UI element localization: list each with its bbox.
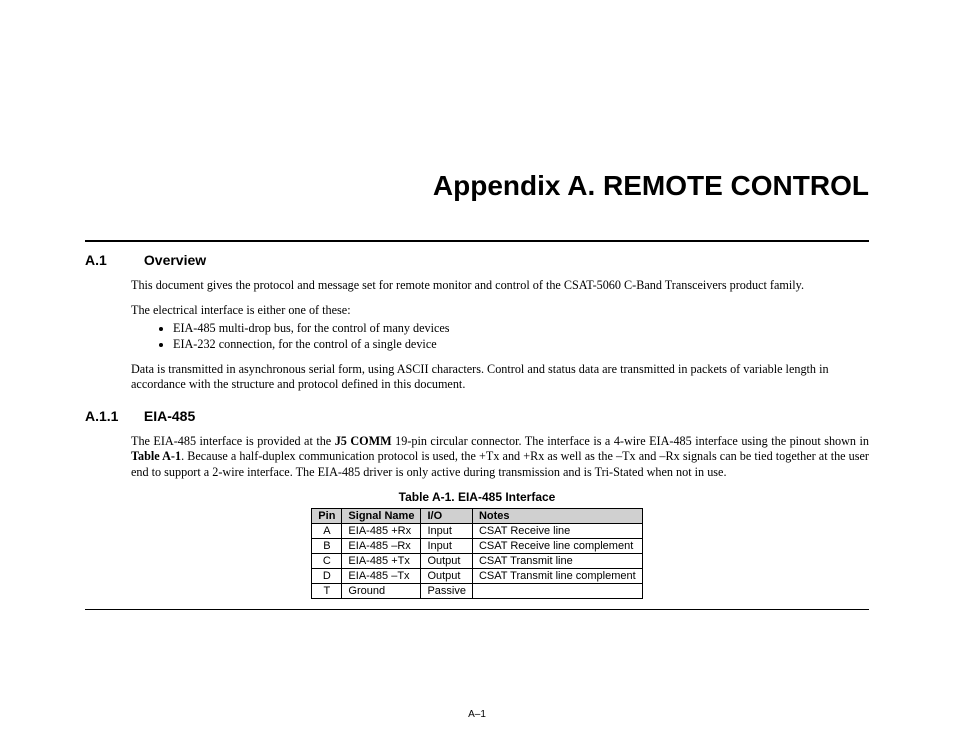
- cell-pin: D: [312, 568, 342, 583]
- page-title: Appendix A. REMOTE CONTROL: [85, 170, 869, 202]
- j5-comm-label: J5 COMM: [335, 434, 392, 448]
- col-header-io: I/O: [421, 508, 473, 523]
- cell-notes: CSAT Receive line complement: [472, 538, 642, 553]
- section-number: A.1: [85, 252, 140, 268]
- section-label: Overview: [144, 252, 206, 268]
- cell-pin: B: [312, 538, 342, 553]
- cell-io: Output: [421, 553, 473, 568]
- cell-notes: CSAT Transmit line: [472, 553, 642, 568]
- section-a11-heading: A.1.1 EIA-485: [85, 408, 869, 424]
- col-header-pin: Pin: [312, 508, 342, 523]
- section-a1-heading: A.1 Overview: [85, 252, 869, 268]
- cell-notes: [472, 583, 642, 598]
- col-header-signal: Signal Name: [342, 508, 421, 523]
- table-row: D EIA-485 –Tx Output CSAT Transmit line …: [312, 568, 642, 583]
- text-run: The EIA-485 interface is provided at the: [131, 434, 335, 448]
- overview-paragraph-3: Data is transmitted in asynchronous seri…: [131, 362, 869, 393]
- table-caption: Table A-1. EIA-485 Interface: [85, 490, 869, 504]
- text-run: 19-pin circular connector. The interface…: [392, 434, 869, 448]
- cell-pin: C: [312, 553, 342, 568]
- cell-signal: EIA-485 +Rx: [342, 523, 421, 538]
- overview-paragraph-1: This document gives the protocol and mes…: [131, 278, 869, 293]
- list-item: EIA-485 multi-drop bus, for the control …: [173, 321, 869, 336]
- overview-paragraph-2: The electrical interface is either one o…: [131, 303, 869, 318]
- eia485-interface-table: Pin Signal Name I/O Notes A EIA-485 +Rx …: [311, 508, 642, 599]
- cell-signal: Ground: [342, 583, 421, 598]
- table-row: A EIA-485 +Rx Input CSAT Receive line: [312, 523, 642, 538]
- cell-notes: CSAT Transmit line complement: [472, 568, 642, 583]
- table-row: B EIA-485 –Rx Input CSAT Receive line co…: [312, 538, 642, 553]
- cell-io: Input: [421, 523, 473, 538]
- cell-signal: EIA-485 –Rx: [342, 538, 421, 553]
- cell-io: Input: [421, 538, 473, 553]
- page-number: A–1: [0, 709, 954, 720]
- section-label: EIA-485: [144, 408, 195, 424]
- col-header-notes: Notes: [472, 508, 642, 523]
- list-item: EIA-232 connection, for the control of a…: [173, 337, 869, 352]
- footer-divider: [85, 609, 869, 610]
- cell-signal: EIA-485 +Tx: [342, 553, 421, 568]
- cell-io: Output: [421, 568, 473, 583]
- cell-io: Passive: [421, 583, 473, 598]
- eia485-paragraph: The EIA-485 interface is provided at the…: [131, 434, 869, 480]
- cell-pin: T: [312, 583, 342, 598]
- interface-bullets: EIA-485 multi-drop bus, for the control …: [131, 321, 869, 352]
- cell-pin: A: [312, 523, 342, 538]
- text-run: . Because a half-duplex communication pr…: [131, 449, 869, 478]
- cell-signal: EIA-485 –Tx: [342, 568, 421, 583]
- table-header-row: Pin Signal Name I/O Notes: [312, 508, 642, 523]
- table-row: C EIA-485 +Tx Output CSAT Transmit line: [312, 553, 642, 568]
- divider: [85, 240, 869, 242]
- table-row: T Ground Passive: [312, 583, 642, 598]
- section-number: A.1.1: [85, 408, 140, 424]
- table-ref: Table A-1: [131, 449, 181, 463]
- cell-notes: CSAT Receive line: [472, 523, 642, 538]
